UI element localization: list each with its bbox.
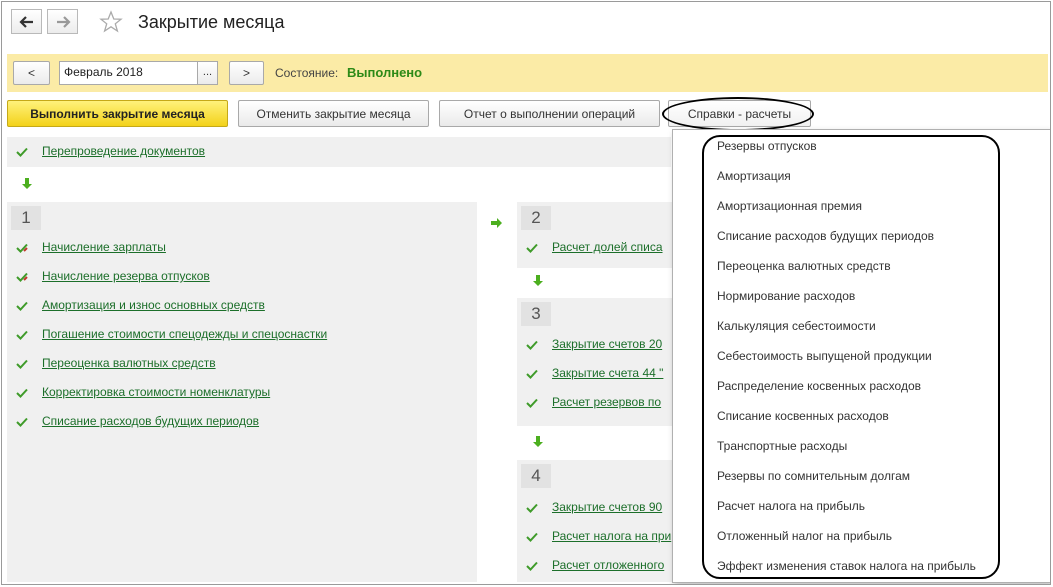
stage-2-link[interactable]: Расчет долей списа (552, 240, 663, 254)
menu-item[interactable]: Эффект изменения ставок налога на прибыл… (717, 559, 976, 573)
arrow-down-icon (22, 178, 32, 189)
prev-period-button[interactable]: < (13, 61, 50, 85)
check-pencil-icon (16, 243, 28, 253)
state-label: Состояние: (275, 66, 339, 80)
check-icon (526, 243, 538, 253)
check-icon (526, 532, 538, 542)
reposting-link[interactable]: Перепроведение документов (42, 144, 205, 158)
check-icon (16, 330, 28, 340)
check-icon (526, 340, 538, 350)
window: Закрытие месяца < Февраль 2018 ... > Сос… (1, 1, 1051, 585)
check-icon (16, 301, 28, 311)
stage-4-link[interactable]: Расчет налога на при (552, 529, 671, 543)
stage-1-link[interactable]: Корректировка стоимости номенклатуры (42, 385, 270, 399)
star-icon[interactable] (99, 10, 123, 34)
menu-item[interactable]: Резервы по сомнительным долгам (717, 469, 910, 483)
references-button[interactable]: Справки - расчеты (668, 100, 811, 127)
period-picker-button[interactable]: ... (198, 61, 218, 85)
stage-3-link[interactable]: Закрытие счетов 20 (552, 337, 662, 351)
stage-2-number: 2 (521, 206, 551, 230)
arrow-right-icon (56, 15, 71, 28)
check-icon (16, 359, 28, 369)
stage-3-link[interactable]: Закрытие счета 44 " (552, 366, 663, 380)
next-period-button[interactable]: > (229, 61, 264, 85)
menu-item[interactable]: Нормирование расходов (717, 289, 855, 303)
state-value: Выполнено (347, 65, 423, 80)
menu-item[interactable]: Амортизационная премия (717, 199, 862, 213)
check-icon (526, 561, 538, 571)
forward-button[interactable] (47, 9, 78, 34)
stage-1-number: 1 (11, 206, 41, 230)
menu-item[interactable]: Распределение косвенных расходов (717, 379, 921, 393)
back-button[interactable] (11, 9, 42, 34)
page-title: Закрытие месяца (138, 12, 285, 32)
menu-item[interactable]: Транспортные расходы (717, 439, 847, 453)
menu-item[interactable]: Калькуляция себестоимости (717, 319, 876, 333)
stage-1-link[interactable]: Переоценка валютных средств (42, 356, 216, 370)
check-icon (16, 147, 28, 157)
arrow-right-green-icon (491, 218, 502, 228)
cancel-close-button[interactable]: Отменить закрытие месяца (238, 100, 429, 127)
menu-item[interactable]: Расчет налога на прибыль (717, 499, 865, 513)
menu-item[interactable]: Списание расходов будущих периодов (717, 229, 934, 243)
period-field[interactable]: Февраль 2018 (59, 61, 198, 85)
check-icon (526, 398, 538, 408)
arrow-down-icon (533, 275, 543, 286)
stage-1-link[interactable]: Списание расходов будущих периодов (42, 414, 259, 428)
stage-1-link[interactable]: Начисление резерва отпусков (42, 269, 210, 283)
check-icon (526, 369, 538, 379)
check-pencil-icon (16, 272, 28, 282)
check-icon (16, 388, 28, 398)
stage-1-link[interactable]: Амортизация и износ основных средств (42, 298, 265, 312)
arrow-left-icon (18, 15, 33, 28)
stage-4-link[interactable]: Расчет отложенного (552, 558, 664, 572)
menu-item[interactable]: Переоценка валютных средств (717, 259, 891, 273)
menu-item[interactable]: Отложенный налог на прибыль (717, 529, 892, 543)
menu-item[interactable]: Списание косвенных расходов (717, 409, 889, 423)
stage-3-link[interactable]: Расчет резервов по (552, 395, 661, 409)
stage-3-number: 3 (521, 302, 551, 326)
period-bar: < Февраль 2018 ... > Состояние: Выполнен… (7, 54, 1048, 92)
check-icon (526, 503, 538, 513)
menu-item[interactable]: Резервы отпусков (717, 139, 817, 153)
report-button[interactable]: Отчет о выполнении операций (439, 100, 660, 127)
menu-item[interactable]: Себестоимость выпущеной продукции (717, 349, 932, 363)
stage-1-link[interactable]: Погашение стоимости спецодежды и спецосн… (42, 327, 327, 341)
menu-item[interactable]: Амортизация (717, 169, 791, 183)
stage-1-link[interactable]: Начисление зарплаты (42, 240, 166, 254)
run-close-button[interactable]: Выполнить закрытие месяца (7, 100, 228, 127)
check-icon (16, 417, 28, 427)
arrow-down-icon (533, 436, 543, 447)
stage-4-number: 4 (521, 464, 551, 488)
stage-4-link[interactable]: Закрытие счетов 90 (552, 500, 662, 514)
references-menu: Резервы отпусков Амортизация Амортизацио… (672, 129, 1050, 583)
